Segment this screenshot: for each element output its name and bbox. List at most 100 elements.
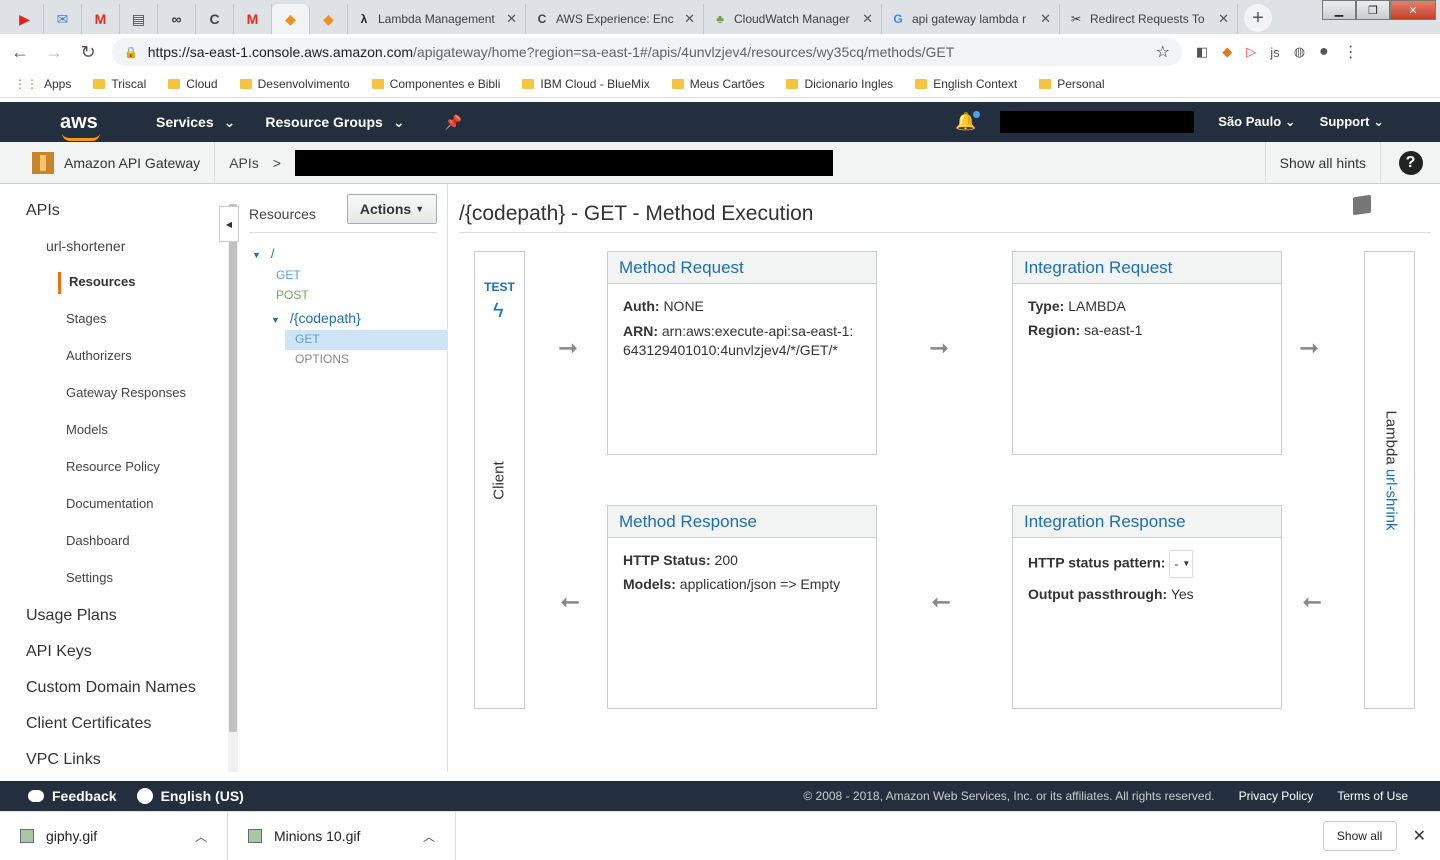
sidebar-item-models[interactable]: Models [66, 422, 108, 437]
back-icon[interactable]: ← [10, 42, 30, 63]
sidebar-item-custom-domain-names[interactable]: Custom Domain Names [26, 679, 196, 697]
region-menu[interactable]: São Paulo ⌄ [1218, 114, 1295, 130]
show-hints-button[interactable]: Show all hints [1264, 142, 1380, 183]
new-tab-button[interactable]: + [1244, 4, 1272, 32]
method-root-get[interactable]: GET [276, 268, 301, 282]
method-request-link[interactable]: Method Request [608, 252, 876, 284]
show-all-downloads-button[interactable]: Show all [1322, 821, 1397, 851]
profile-avatar-icon[interactable]: ● [1319, 43, 1329, 61]
bookmark-item[interactable]: Cloud [168, 77, 218, 91]
method-codepath-get[interactable]: GET [295, 332, 320, 346]
bookmark-item[interactable]: Dicionario Ingles [786, 77, 893, 91]
client-box[interactable]: TEST ϟ Client [474, 251, 525, 709]
status-pattern-select[interactable]: - ▼ [1169, 550, 1194, 578]
pinned-tab[interactable]: ▤ [120, 4, 158, 34]
account-name-redacted[interactable] [1000, 111, 1195, 133]
method-response-link[interactable]: Method Response [608, 506, 876, 538]
lambda-function-link[interactable]: url-shrink [1383, 469, 1400, 531]
notifications-bell-icon[interactable]: 🔔 [955, 111, 981, 132]
close-tab-icon[interactable]: ✕ [1218, 11, 1229, 27]
js-icon[interactable]: js [1270, 45, 1279, 60]
lightning-bolt-icon[interactable]: ϟ [493, 300, 504, 323]
pinned-tab[interactable]: ✉ [44, 4, 82, 34]
nav-api-name[interactable]: url-shortener [46, 238, 125, 254]
close-tab-icon[interactable]: ✕ [862, 11, 873, 27]
sidebar-item-authorizers[interactable]: Authorizers [66, 348, 132, 363]
bookmark-item[interactable]: ⋮⋮ Apps [14, 77, 71, 91]
resource-groups-menu[interactable]: Resource Groups ⌄ [265, 114, 418, 131]
pin-icon[interactable]: 📌 [445, 114, 476, 131]
collapse-nav-button[interactable]: ◀ [219, 206, 239, 242]
resource-root[interactable]: ▼ / [252, 246, 275, 261]
method-codepath-options[interactable]: OPTIONS [295, 352, 349, 366]
resource-codepath[interactable]: ▼/{codepath} [271, 310, 361, 326]
aws-logo[interactable]: aws [60, 111, 140, 141]
close-tab-icon[interactable]: ✕ [684, 11, 695, 27]
bookmark-item[interactable]: Meus Cartões [671, 77, 764, 91]
menu-icon[interactable]: ⋮ [1343, 42, 1359, 62]
globe-ext-icon[interactable]: ◍ [1294, 44, 1305, 60]
extension-arrow-icon[interactable]: ▷ [1246, 44, 1256, 60]
minimize-button[interactable]: ▁ [1322, 0, 1356, 20]
chevron-up-icon[interactable]: ︿ [195, 828, 207, 845]
support-menu[interactable]: Support ⌄ [1320, 114, 1384, 130]
sidebar-item-resources[interactable]: Resources [69, 274, 135, 289]
bookmark-item[interactable]: Desenvolvimento [239, 77, 350, 91]
test-button[interactable]: TEST [475, 280, 524, 294]
chevron-up-icon[interactable]: ︿ [423, 828, 435, 845]
browser-tab[interactable]: Gapi gateway lambda r ✕ [882, 4, 1060, 34]
documentation-book-icon[interactable] [1353, 194, 1371, 216]
expand-triangle-icon[interactable]: ▼ [271, 315, 280, 325]
help-button[interactable]: ? [1380, 142, 1440, 183]
metamask-icon[interactable]: ◆ [1222, 44, 1232, 60]
sidebar-item-usage-plans[interactable]: Usage Plans [26, 607, 117, 625]
download-item[interactable]: Minions 10.gif ︿ [228, 812, 456, 860]
close-tab-icon[interactable]: ✕ [506, 11, 517, 27]
pinned-tab[interactable]: ▶ [6, 4, 44, 34]
pinned-tab[interactable]: M [234, 4, 272, 34]
sidebar-item-settings[interactable]: Settings [66, 570, 113, 585]
maximize-button[interactable]: ❐ [1356, 0, 1390, 20]
pinned-tab[interactable]: ◆ [272, 4, 310, 34]
service-home-link[interactable]: Amazon API Gateway [0, 142, 216, 183]
close-window-button[interactable]: ✕ [1390, 0, 1436, 20]
actions-button[interactable]: Actions ▼ [347, 194, 437, 224]
url-input[interactable]: 🔒 https://sa-east-1.console.aws.amazon.c… [112, 38, 1182, 66]
sidebar-item-gateway-responses[interactable]: Gateway Responses [66, 385, 186, 400]
bookmark-item[interactable]: Triscal [93, 77, 146, 91]
reload-icon[interactable]: ↻ [78, 42, 98, 63]
breadcrumb-api-redacted[interactable] [294, 149, 833, 176]
close-tab-icon[interactable]: ✕ [1040, 11, 1051, 27]
terms-of-use-link[interactable]: Terms of Use [1337, 789, 1408, 803]
sidebar-item-documentation[interactable]: Documentation [66, 496, 153, 511]
browser-tab[interactable]: C AWS Experience: Enc ✕ [526, 4, 704, 34]
bookmark-item[interactable]: IBM Cloud - BlueMix [522, 77, 650, 91]
integration-response-link[interactable]: Integration Response [1013, 506, 1281, 538]
nav-apis[interactable]: APIs [26, 202, 60, 220]
browser-tab[interactable]: ✂ Redirect Requests To ✕ [1060, 4, 1238, 34]
pinned-tab[interactable]: ∞ [158, 4, 196, 34]
bookmark-item[interactable]: English Context [915, 77, 1017, 91]
browser-tab[interactable]: ♣ CloudWatch Manager ✕ [704, 4, 882, 34]
sidebar-item-stages[interactable]: Stages [66, 311, 106, 326]
bookmark-item[interactable]: Componentes e Bibli [371, 77, 500, 91]
integration-request-link[interactable]: Integration Request [1013, 252, 1281, 284]
extension-off-icon[interactable]: ◧ [1196, 44, 1208, 60]
browser-tab[interactable]: λ Lambda Management ✕ [348, 4, 526, 34]
download-item[interactable]: giphy.gif ︿ [0, 812, 228, 860]
services-menu[interactable]: Services ⌄ [156, 114, 249, 131]
language-selector[interactable]: English (US) [136, 788, 244, 804]
sidebar-item-resource-policy[interactable]: Resource Policy [66, 459, 160, 474]
sidebar-item-dashboard[interactable]: Dashboard [66, 533, 130, 548]
sidebar-item-api-keys[interactable]: API Keys [26, 643, 92, 661]
bookmark-item[interactable]: Personal [1039, 77, 1105, 91]
forward-icon[interactable]: → [44, 42, 64, 63]
left-nav-scroll-thumb[interactable] [229, 204, 237, 732]
privacy-policy-link[interactable]: Privacy Policy [1239, 789, 1314, 803]
sidebar-item-vpc-links[interactable]: VPC Links [26, 751, 101, 769]
method-root-post[interactable]: POST [276, 288, 309, 302]
feedback-button[interactable]: Feedback [28, 788, 117, 804]
pinned-tab[interactable]: M [82, 4, 120, 34]
pinned-tab[interactable]: ◆ [310, 4, 348, 34]
close-icon[interactable]: ✕ [1413, 826, 1426, 846]
